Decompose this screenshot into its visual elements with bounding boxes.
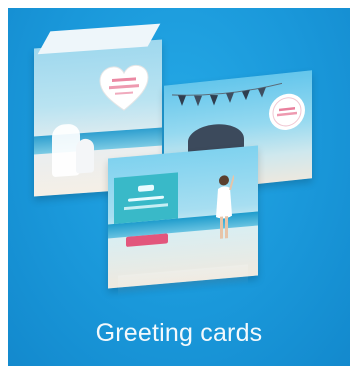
bunting-flags — [172, 81, 282, 111]
card-fold — [37, 23, 161, 55]
pink-ribbon — [126, 233, 168, 247]
woman-figure — [214, 172, 234, 246]
heart-icon — [98, 62, 150, 114]
greeting-cards-tile[interactable]: Greeting cards — [8, 8, 350, 366]
tile-title: Greeting cards — [95, 319, 263, 347]
text-panel — [114, 172, 178, 225]
round-badge-icon — [268, 91, 306, 133]
child-figure — [76, 138, 94, 174]
